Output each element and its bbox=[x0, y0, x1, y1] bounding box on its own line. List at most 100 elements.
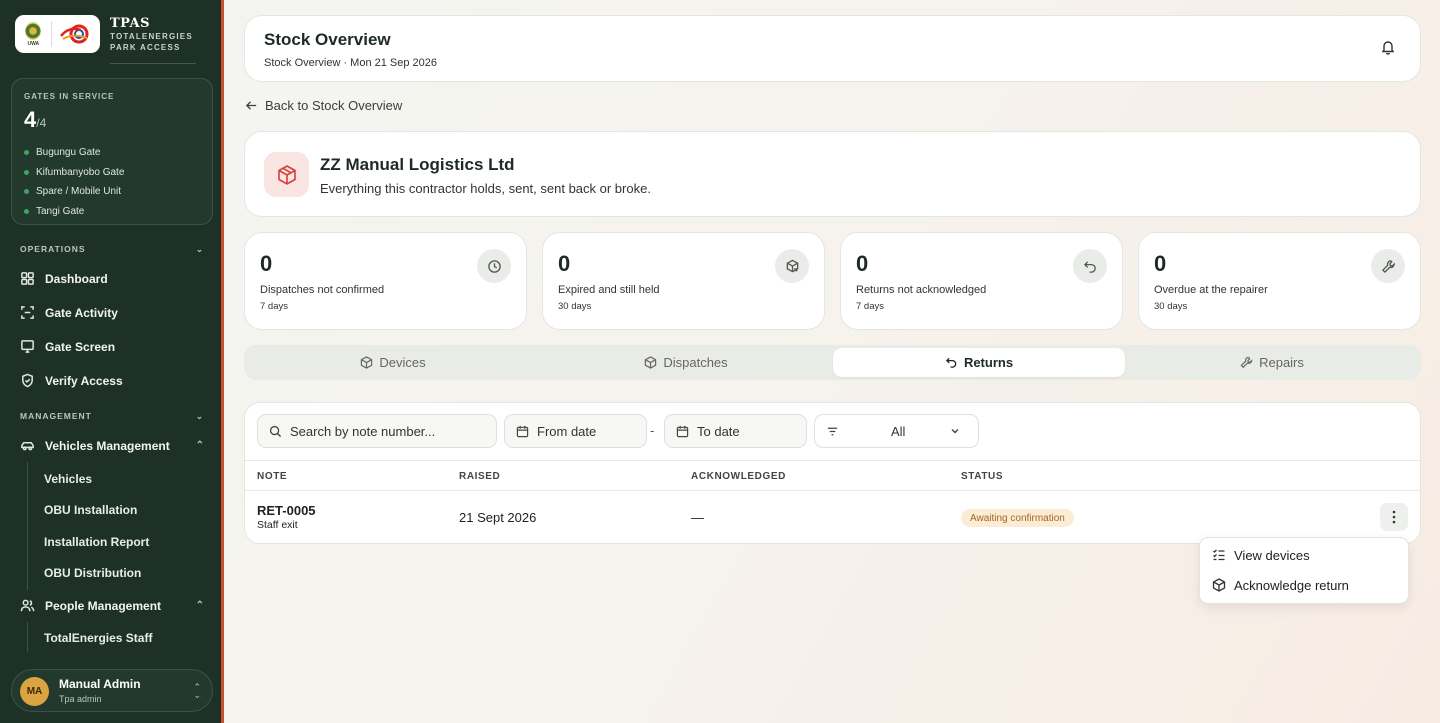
column-header: ACKNOWLEDGED bbox=[691, 471, 786, 482]
monitor-icon bbox=[21, 340, 34, 353]
stat-label: Returns not acknowledged bbox=[856, 284, 987, 296]
totalenergies-logo-icon bbox=[59, 24, 89, 44]
stat-card-dispatches: 0 Dispatches not confirmed 7 days bbox=[244, 232, 527, 330]
gate-item: Bugungu Gate bbox=[24, 143, 124, 163]
arrow-left-icon bbox=[245, 101, 257, 110]
package-icon bbox=[264, 152, 309, 197]
sidebar-item-gate-activity[interactable]: Gate Activity bbox=[20, 305, 204, 320]
users-icon bbox=[20, 599, 35, 612]
section-operations[interactable]: OPERATIONS ⌄ bbox=[20, 244, 204, 255]
note-number: RET-0005 bbox=[257, 503, 316, 518]
more-vertical-icon bbox=[1392, 510, 1396, 524]
chevron-down-icon: ⌄ bbox=[195, 411, 204, 421]
sidebar-item-obu-distribution[interactable]: OBU Distribution bbox=[44, 566, 141, 580]
car-icon bbox=[21, 441, 34, 451]
user-name: Manual Admin bbox=[59, 677, 141, 691]
undo-icon bbox=[1073, 249, 1107, 283]
acknowledged-date: — bbox=[691, 510, 704, 525]
sidebar-item-gate-screen[interactable]: Gate Screen bbox=[20, 339, 204, 354]
status-dot-icon bbox=[24, 150, 29, 156]
package-icon bbox=[361, 356, 373, 369]
avatar: MA bbox=[20, 677, 49, 706]
package-icon bbox=[645, 356, 657, 369]
list-checks-icon bbox=[1213, 549, 1225, 561]
tab-bar: Devices Dispatches Returns Repairs bbox=[244, 345, 1421, 380]
scan-icon bbox=[21, 306, 34, 319]
menu-item-view-devices[interactable]: View devices bbox=[1212, 545, 1310, 565]
package-check-icon bbox=[1212, 578, 1226, 592]
tab-dispatches[interactable]: Dispatches bbox=[540, 348, 832, 377]
status-dot-icon bbox=[24, 189, 29, 195]
section-management[interactable]: MANAGEMENT ⌄ bbox=[20, 411, 204, 422]
sidebar: UWA TPAS TOTALENERGIES PARK ACCESS GATES… bbox=[0, 0, 224, 723]
stat-card-returns: 0 Returns not acknowledged 7 days bbox=[840, 232, 1123, 330]
chevron-down-icon: ⌄ bbox=[195, 244, 204, 254]
tab-returns[interactable]: Returns bbox=[833, 348, 1125, 377]
brand-subtitle-1: TOTALENERGIES bbox=[110, 31, 193, 41]
to-date-picker[interactable]: To date bbox=[664, 414, 807, 448]
sidebar-item-vehicles[interactable]: Vehicles bbox=[44, 472, 92, 486]
user-role: Tpa admin bbox=[59, 694, 102, 704]
tab-repairs[interactable]: Repairs bbox=[1126, 348, 1418, 377]
raised-date: 21 Sept 2026 bbox=[459, 510, 537, 525]
menu-item-acknowledge-return[interactable]: Acknowledge return bbox=[1212, 575, 1349, 595]
gates-count: 4/4 bbox=[24, 107, 47, 132]
status-dot-icon bbox=[24, 169, 29, 175]
column-header: RAISED bbox=[459, 471, 501, 482]
stat-card-repairs: 0 Overdue at the repairer 30 days bbox=[1138, 232, 1421, 330]
wrench-icon bbox=[1240, 356, 1253, 369]
brand-title: TPAS bbox=[110, 15, 150, 31]
stat-value: 0 bbox=[856, 251, 869, 276]
page-title: Stock Overview bbox=[264, 30, 391, 49]
stat-period: 30 days bbox=[558, 301, 592, 312]
search-input[interactable]: Search by note number... bbox=[257, 414, 497, 448]
back-link[interactable]: Back to Stock Overview bbox=[245, 98, 402, 113]
sidebar-item-vehicles-management[interactable]: Vehicles Management ⌃ bbox=[20, 438, 204, 453]
gates-in-service-panel: GATES IN SERVICE 4/4 Bugungu Gate Kifumb… bbox=[11, 78, 213, 225]
date-separator: - bbox=[650, 423, 655, 438]
tab-devices[interactable]: Devices bbox=[247, 348, 539, 377]
sidebar-item-obu-installation[interactable]: OBU Installation bbox=[44, 503, 137, 517]
gate-item: Spare / Mobile Unit bbox=[24, 182, 124, 202]
row-actions-menu: View devices Acknowledge return bbox=[1199, 537, 1409, 604]
divider bbox=[110, 63, 196, 64]
gate-item: Kifumbanyobo Gate bbox=[24, 163, 124, 183]
sidebar-item-verify-access[interactable]: Verify Access bbox=[20, 373, 204, 388]
stat-value: 0 bbox=[558, 251, 571, 276]
column-header: NOTE bbox=[257, 471, 288, 482]
chevron-up-icon: ⌃ bbox=[195, 440, 204, 451]
filter-icon bbox=[827, 427, 838, 435]
brand-subtitle-2: PARK ACCESS bbox=[110, 42, 181, 52]
chevron-down-icon bbox=[951, 429, 959, 434]
search-icon bbox=[269, 425, 282, 437]
stat-label: Expired and still held bbox=[558, 284, 660, 296]
shield-check-icon bbox=[22, 373, 33, 388]
sidebar-item-totalenergies-staff[interactable]: TotalEnergies Staff bbox=[44, 631, 152, 645]
brand[interactable]: UWA TPAS TOTALENERGIES PARK ACCESS bbox=[15, 15, 193, 53]
bell-icon[interactable] bbox=[1380, 39, 1396, 55]
brand-logos: UWA bbox=[15, 15, 100, 53]
chevron-up-icon: ⌃ bbox=[195, 600, 204, 611]
sidebar-item-dashboard[interactable]: Dashboard bbox=[20, 271, 204, 286]
status-badge: Awaiting confirmation bbox=[961, 509, 1074, 527]
package-x-icon bbox=[775, 249, 809, 283]
sidebar-item-people-management[interactable]: People Management ⌃ bbox=[20, 598, 204, 613]
gate-list: Bugungu Gate Kifumbanyobo Gate Spare / M… bbox=[24, 143, 124, 221]
sidebar-item-installation-report[interactable]: Installation Report bbox=[44, 535, 149, 549]
grid-icon bbox=[21, 272, 34, 285]
table-header: NOTE RAISED ACKNOWLEDGED STATUS bbox=[245, 460, 1420, 491]
gate-item: Tangi Gate bbox=[24, 202, 124, 222]
stat-value: 0 bbox=[260, 251, 273, 276]
submenu-line bbox=[27, 622, 28, 652]
uwa-logo-icon: UWA bbox=[22, 19, 44, 49]
from-date-picker[interactable]: From date bbox=[504, 414, 647, 448]
status-filter-select[interactable]: All bbox=[814, 414, 979, 448]
status-dot-icon bbox=[24, 208, 29, 214]
page-subtitle: Stock Overview · Mon 21 Sep 2026 bbox=[264, 57, 438, 69]
page-header: Stock Overview Stock Overview · Mon 21 S… bbox=[244, 15, 1421, 82]
user-menu[interactable]: MA Manual Admin Tpa admin ⌃ ⌄ bbox=[11, 669, 213, 712]
row-actions-button[interactable] bbox=[1380, 503, 1408, 531]
chevrons-up-down-icon: ⌃ ⌄ bbox=[193, 682, 201, 700]
stat-value: 0 bbox=[1154, 251, 1167, 276]
submenu-line bbox=[27, 462, 28, 590]
